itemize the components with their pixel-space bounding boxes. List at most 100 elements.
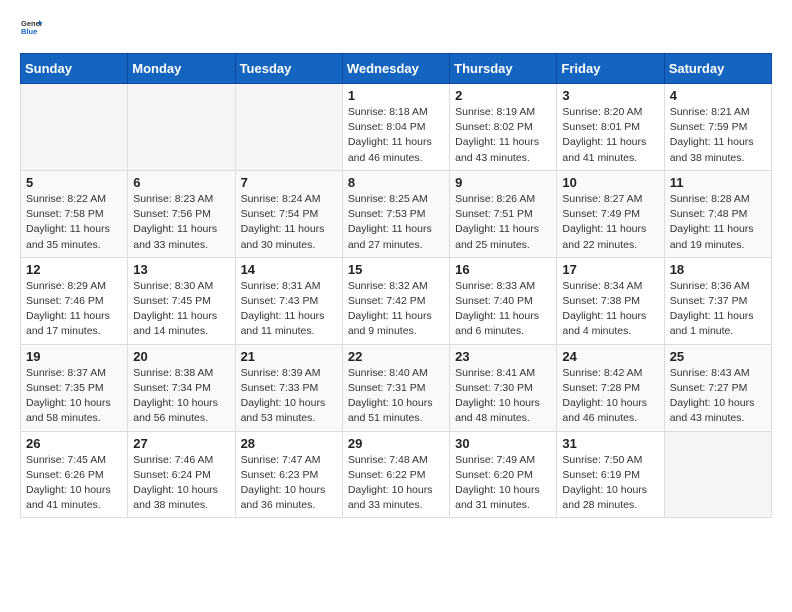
calendar-cell (128, 84, 235, 171)
day-info: Sunrise: 8:27 AM Sunset: 7:49 PM Dayligh… (562, 192, 658, 253)
calendar-cell: 17Sunrise: 8:34 AM Sunset: 7:38 PM Dayli… (557, 257, 664, 344)
day-number: 17 (562, 262, 658, 277)
logo-icon: General Blue (20, 16, 42, 43)
calendar-cell: 1 Sunrise: 8:18 AM Sunset: 8:04 PM Daylig… (342, 84, 449, 171)
day-number: 31 (562, 436, 658, 451)
day-info: Sunrise: 8:42 AM Sunset: 7:28 PM Dayligh… (562, 366, 658, 427)
calendar-cell (235, 84, 342, 171)
day-info: Sunrise: 8:43 AM Sunset: 7:27 PM Dayligh… (670, 366, 766, 427)
day-info: Sunrise: 8:25 AM Sunset: 7:53 PM Dayligh… (348, 192, 444, 253)
day-number: 4 (670, 88, 766, 103)
calendar-cell: 29 Sunrise: 7:48 AM Sunset: 6:22 PM Dayli… (342, 431, 449, 518)
calendar-cell: 23Sunrise: 8:41 AM Sunset: 7:30 PM Dayli… (450, 344, 557, 431)
day-number: 8 (348, 175, 444, 190)
calendar-cell: 24 Sunrise: 8:42 AM Sunset: 7:28 PM Dayli… (557, 344, 664, 431)
day-number: 20 (133, 349, 229, 364)
calendar-cell: 15 Sunrise: 8:32 AM Sunset: 7:42 PM Dayli… (342, 257, 449, 344)
calendar-cell: 6 Sunrise: 8:23 AM Sunset: 7:56 PM Daylig… (128, 170, 235, 257)
calendar-cell (664, 431, 771, 518)
day-info: Sunrise: 7:50 AM Sunset: 6:19 PM Dayligh… (562, 453, 658, 514)
calendar-cell: 28 Sunrise: 7:47 AM Sunset: 6:23 PM Dayli… (235, 431, 342, 518)
day-number: 23 (455, 349, 551, 364)
day-info: Sunrise: 8:18 AM Sunset: 8:04 PM Dayligh… (348, 105, 444, 166)
calendar-header-row: SundayMondayTuesdayWednesdayThursdayFrid… (21, 54, 772, 84)
day-number: 22 (348, 349, 444, 364)
day-number: 30 (455, 436, 551, 451)
calendar-cell: 5Sunrise: 8:22 AM Sunset: 7:58 PM Daylig… (21, 170, 128, 257)
calendar-week-row: 5Sunrise: 8:22 AM Sunset: 7:58 PM Daylig… (21, 170, 772, 257)
day-number: 13 (133, 262, 229, 277)
calendar-week-row: 12Sunrise: 8:29 AM Sunset: 7:46 PM Dayli… (21, 257, 772, 344)
day-number: 11 (670, 175, 766, 190)
day-info: Sunrise: 7:45 AM Sunset: 6:26 PM Dayligh… (26, 453, 122, 514)
calendar-cell: 27 Sunrise: 7:46 AM Sunset: 6:24 PM Dayli… (128, 431, 235, 518)
header: General Blue (20, 16, 772, 43)
day-info: Sunrise: 8:32 AM Sunset: 7:42 PM Dayligh… (348, 279, 444, 340)
calendar-cell: 8 Sunrise: 8:25 AM Sunset: 7:53 PM Daylig… (342, 170, 449, 257)
day-number: 19 (26, 349, 122, 364)
calendar-week-row: 26 Sunrise: 7:45 AM Sunset: 6:26 PM Dayli… (21, 431, 772, 518)
day-info: Sunrise: 8:24 AM Sunset: 7:54 PM Dayligh… (241, 192, 337, 253)
calendar-cell: 16 Sunrise: 8:33 AM Sunset: 7:40 PM Dayli… (450, 257, 557, 344)
day-number: 16 (455, 262, 551, 277)
weekday-header-friday: Friday (557, 54, 664, 84)
day-info: Sunrise: 7:46 AM Sunset: 6:24 PM Dayligh… (133, 453, 229, 514)
day-info: Sunrise: 7:48 AM Sunset: 6:22 PM Dayligh… (348, 453, 444, 514)
day-info: Sunrise: 8:22 AM Sunset: 7:58 PM Dayligh… (26, 192, 122, 253)
day-info: Sunrise: 8:31 AM Sunset: 7:43 PM Dayligh… (241, 279, 337, 340)
day-number: 3 (562, 88, 658, 103)
day-info: Sunrise: 8:36 AM Sunset: 7:37 PM Dayligh… (670, 279, 766, 340)
logo: General Blue (20, 16, 46, 43)
calendar-week-row: 19Sunrise: 8:37 AM Sunset: 7:35 PM Dayli… (21, 344, 772, 431)
page-container: General Blue SundayMondayTuesdayWednesda… (0, 0, 792, 534)
day-number: 10 (562, 175, 658, 190)
day-number: 12 (26, 262, 122, 277)
day-number: 28 (241, 436, 337, 451)
calendar-cell: 19Sunrise: 8:37 AM Sunset: 7:35 PM Dayli… (21, 344, 128, 431)
calendar-cell: 14Sunrise: 8:31 AM Sunset: 7:43 PM Dayli… (235, 257, 342, 344)
day-info: Sunrise: 8:38 AM Sunset: 7:34 PM Dayligh… (133, 366, 229, 427)
calendar-cell: 7Sunrise: 8:24 AM Sunset: 7:54 PM Daylig… (235, 170, 342, 257)
day-number: 15 (348, 262, 444, 277)
calendar-cell: 2Sunrise: 8:19 AM Sunset: 8:02 PM Daylig… (450, 84, 557, 171)
day-info: Sunrise: 8:28 AM Sunset: 7:48 PM Dayligh… (670, 192, 766, 253)
day-info: Sunrise: 8:19 AM Sunset: 8:02 PM Dayligh… (455, 105, 551, 166)
day-info: Sunrise: 8:40 AM Sunset: 7:31 PM Dayligh… (348, 366, 444, 427)
calendar-cell: 11 Sunrise: 8:28 AM Sunset: 7:48 PM Dayli… (664, 170, 771, 257)
day-number: 25 (670, 349, 766, 364)
weekday-header-tuesday: Tuesday (235, 54, 342, 84)
day-info: Sunrise: 7:47 AM Sunset: 6:23 PM Dayligh… (241, 453, 337, 514)
day-number: 24 (562, 349, 658, 364)
calendar-cell: 10 Sunrise: 8:27 AM Sunset: 7:49 PM Dayli… (557, 170, 664, 257)
weekday-header-monday: Monday (128, 54, 235, 84)
day-number: 29 (348, 436, 444, 451)
calendar-cell: 22 Sunrise: 8:40 AM Sunset: 7:31 PM Dayli… (342, 344, 449, 431)
calendar-cell: 31 Sunrise: 7:50 AM Sunset: 6:19 PM Dayli… (557, 431, 664, 518)
calendar-cell: 25 Sunrise: 8:43 AM Sunset: 7:27 PM Dayli… (664, 344, 771, 431)
weekday-header-thursday: Thursday (450, 54, 557, 84)
calendar-cell: 12Sunrise: 8:29 AM Sunset: 7:46 PM Dayli… (21, 257, 128, 344)
day-number: 27 (133, 436, 229, 451)
calendar-cell (21, 84, 128, 171)
calendar-cell: 4 Sunrise: 8:21 AM Sunset: 7:59 PM Daylig… (664, 84, 771, 171)
day-number: 1 (348, 88, 444, 103)
calendar-cell: 30 Sunrise: 7:49 AM Sunset: 6:20 PM Dayli… (450, 431, 557, 518)
day-info: Sunrise: 7:49 AM Sunset: 6:20 PM Dayligh… (455, 453, 551, 514)
day-info: Sunrise: 8:26 AM Sunset: 7:51 PM Dayligh… (455, 192, 551, 253)
day-number: 21 (241, 349, 337, 364)
day-number: 26 (26, 436, 122, 451)
day-info: Sunrise: 8:21 AM Sunset: 7:59 PM Dayligh… (670, 105, 766, 166)
calendar-table: SundayMondayTuesdayWednesdayThursdayFrid… (20, 53, 772, 518)
day-info: Sunrise: 8:23 AM Sunset: 7:56 PM Dayligh… (133, 192, 229, 253)
day-info: Sunrise: 8:20 AM Sunset: 8:01 PM Dayligh… (562, 105, 658, 166)
calendar-cell: 26 Sunrise: 7:45 AM Sunset: 6:26 PM Dayli… (21, 431, 128, 518)
calendar-cell: 21Sunrise: 8:39 AM Sunset: 7:33 PM Dayli… (235, 344, 342, 431)
day-number: 18 (670, 262, 766, 277)
weekday-header-saturday: Saturday (664, 54, 771, 84)
day-number: 6 (133, 175, 229, 190)
calendar-cell: 18 Sunrise: 8:36 AM Sunset: 7:37 PM Dayli… (664, 257, 771, 344)
day-info: Sunrise: 8:33 AM Sunset: 7:40 PM Dayligh… (455, 279, 551, 340)
svg-text:Blue: Blue (21, 27, 37, 36)
weekday-header-sunday: Sunday (21, 54, 128, 84)
weekday-header-wednesday: Wednesday (342, 54, 449, 84)
